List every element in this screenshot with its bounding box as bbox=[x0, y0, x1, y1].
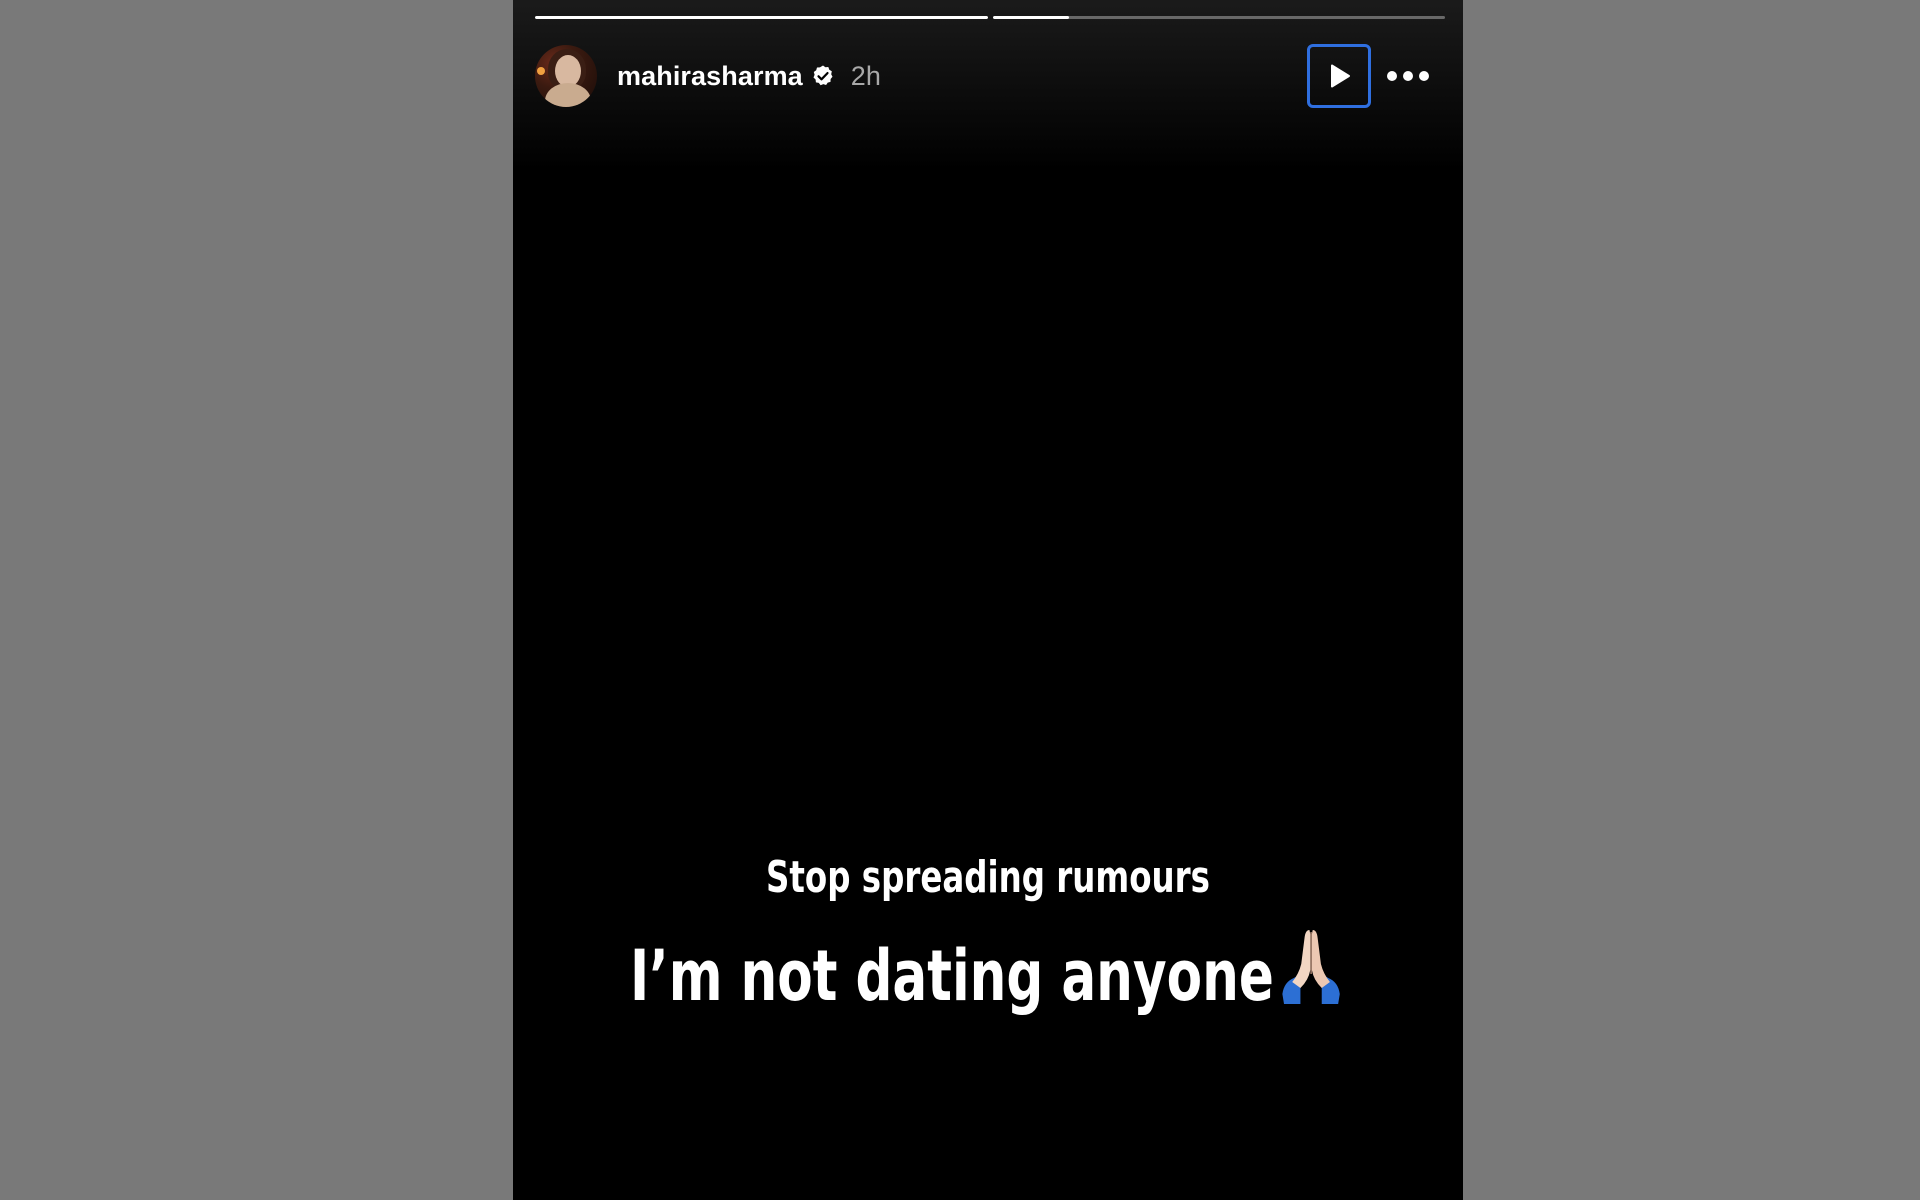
caption-line-2-text: I’m not dating anyone bbox=[629, 935, 1274, 1017]
progress-segment-1 bbox=[535, 16, 988, 19]
post-timestamp: 2h bbox=[850, 60, 881, 91]
folded-hands-emoji-icon bbox=[1276, 922, 1347, 1008]
caption-line-1: Stop spreading rumours bbox=[766, 852, 1210, 903]
progress-fill-1 bbox=[535, 16, 988, 19]
caption-line-2: I’m not dating anyone bbox=[599, 922, 1378, 1017]
play-icon bbox=[1331, 64, 1350, 88]
story-header: mahirasharma 2h bbox=[535, 44, 1445, 108]
more-options-icon bbox=[1387, 71, 1429, 81]
username[interactable]: mahirasharma bbox=[617, 61, 803, 92]
avatar-body bbox=[545, 83, 591, 107]
progress-fill-2 bbox=[992, 16, 1070, 19]
story-viewer[interactable]: mahirasharma 2h Stop spreading rumours I… bbox=[513, 0, 1463, 1200]
story-progress-bar bbox=[535, 16, 1445, 19]
page-backdrop: mahirasharma 2h Stop spreading rumours I… bbox=[0, 0, 1920, 1200]
play-button[interactable] bbox=[1307, 44, 1371, 108]
verified-badge-icon bbox=[811, 64, 835, 88]
avatar-light bbox=[537, 67, 545, 75]
more-options-button[interactable] bbox=[1385, 53, 1431, 99]
avatar[interactable] bbox=[535, 45, 597, 107]
progress-segment-2 bbox=[992, 16, 1445, 19]
